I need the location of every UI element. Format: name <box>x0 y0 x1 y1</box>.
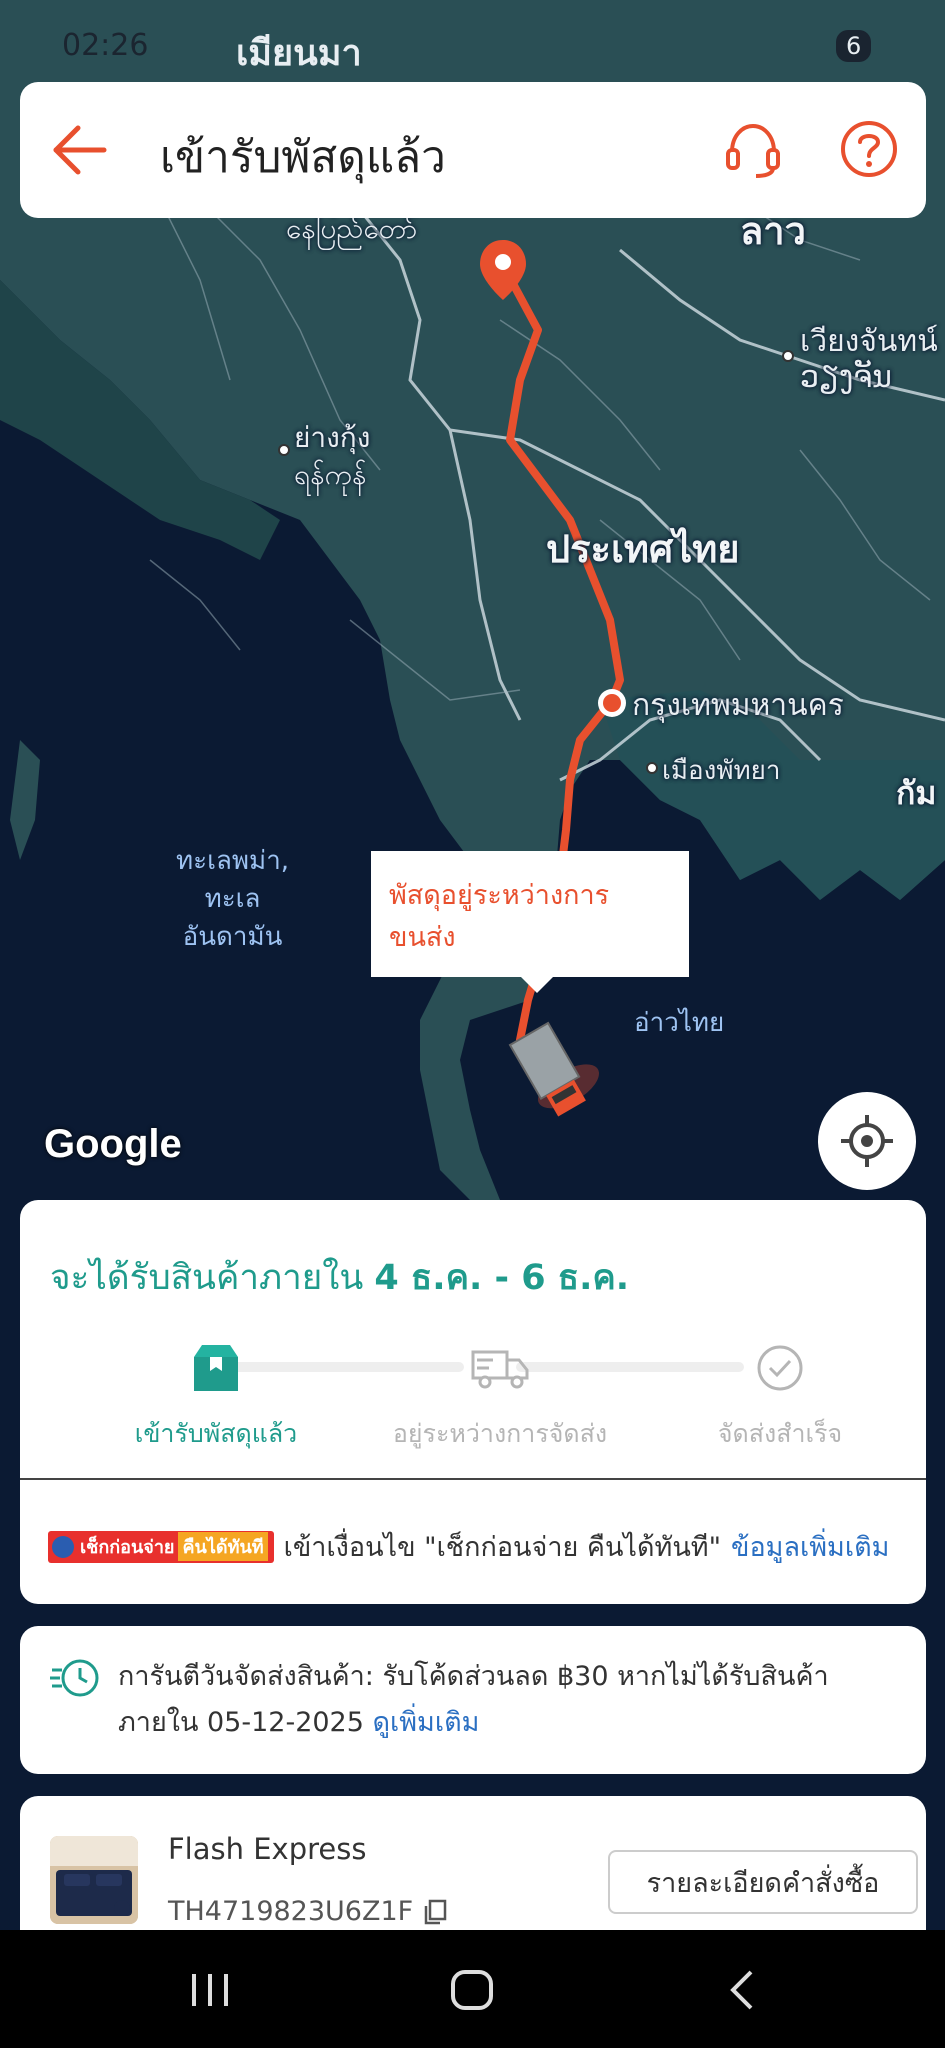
help-button[interactable] <box>836 116 902 182</box>
question-circle-icon <box>841 121 897 177</box>
support-button[interactable] <box>720 116 786 182</box>
step-in-transit: อยู่ระหว่างการจัดส่ง <box>370 1340 630 1454</box>
eta-text: จะได้รับสินค้าภายใน 4 ธ.ค. - 6 ธ.ค. <box>50 1250 629 1305</box>
step-picked-up: เข้ารับพัสดุแล้ว <box>86 1340 346 1454</box>
map-dot-yangon <box>278 444 290 456</box>
step-label: อยู่ระหว่างการจัดส่ง <box>392 1419 608 1448</box>
google-logo: Google <box>44 1122 182 1166</box>
arrow-left-icon <box>53 125 107 175</box>
check-circle-icon <box>757 1345 803 1391</box>
order-card: Flash Express TH4719823U6Z1F รายละเอียดค… <box>20 1796 926 1946</box>
map-dot-vientiane <box>782 350 794 362</box>
promo-badge-text: เช็กก่อนจ่าย <box>80 1537 175 1558</box>
back-button[interactable] <box>50 120 110 180</box>
clock-fast-icon <box>50 1659 99 1697</box>
map-label-andaman-sea: ทะเลพม่า, ทะเล อันดามัน <box>176 846 290 952</box>
map-label-gulf-of-thailand: อ่าวไทย <box>634 1008 725 1038</box>
eta-prefix: จะได้รับสินค้าภายใน <box>50 1258 375 1298</box>
recent-apps-button[interactable] <box>180 1964 240 2016</box>
map-label-myanmar: เมียนมา <box>236 33 362 74</box>
status-tooltip: พัสดุอยู่ระหว่างการขนส่ง <box>371 851 689 993</box>
back-chevron-icon <box>730 1970 753 2010</box>
crosshair-icon <box>841 1115 893 1167</box>
map-label-cambodia: กัม <box>896 774 937 812</box>
system-nav-bar <box>0 1930 945 2048</box>
map-label-pattaya: เมืองพัทยา <box>662 756 781 786</box>
header-bar: เข้ารับพัสดุแล้ว <box>20 82 926 218</box>
copy-icon[interactable] <box>423 1899 447 1925</box>
map-label-bangkok: กรุงเทพมหานคร <box>632 688 844 723</box>
step-label: จัดส่งสำเร็จ <box>717 1419 843 1448</box>
map-label-vientiane-lo: ວຽງຈັນ <box>800 360 892 395</box>
refresh-icon <box>52 1535 74 1558</box>
delivery-status-card: จะได้รับสินค้าภายใน 4 ธ.ค. - 6 ธ.ค. เข้า… <box>20 1200 926 1604</box>
map-label-yangon-my: ရန်ကုန် <box>294 458 367 491</box>
page-title: เข้ารับพัสดุแล้ว <box>160 132 446 183</box>
guarantee-more-link[interactable]: ดูเพิ่มเติม <box>373 1707 480 1738</box>
divider <box>20 1478 926 1480</box>
map-label-thailand: ประเทศไทย <box>546 527 740 571</box>
status-time: 02:26 <box>62 28 149 63</box>
promo-text: เข้าเงื่อนไข "เช็กก่อนจ่าย คืนได้ทันที" <box>283 1532 721 1563</box>
map-label-vientiane-th: เวียงจันทน์ <box>800 324 938 359</box>
nav-back-button[interactable] <box>712 1964 772 2016</box>
box-icon <box>194 1345 238 1391</box>
order-detail-button[interactable]: รายละเอียดคำสั่งซื้อ <box>608 1850 918 1914</box>
step-label: เข้ารับพัสดุแล้ว <box>134 1419 298 1448</box>
headset-icon <box>726 123 780 178</box>
map-dot-pattaya <box>646 762 658 774</box>
courier-name: Flash Express <box>168 1832 367 1866</box>
map-label-yangon-th: ย่างกุ้ง <box>294 421 371 454</box>
tracking-number: TH4719823U6Z1F <box>168 1896 414 1927</box>
status-tooltip-text: พัสดุอยู่ระหว่างการขนส่ง <box>389 880 610 953</box>
locate-button[interactable] <box>818 1092 916 1190</box>
guarantee-text: การันตีวันจัดส่งสินค้า: รับโค้ดส่วนลด ฿3… <box>118 1654 908 1746</box>
step-delivered: จัดส่งสำเร็จ <box>650 1340 910 1454</box>
recent-apps-icon <box>192 1974 228 2006</box>
product-thumbnail[interactable] <box>50 1836 138 1924</box>
status-indicator: 6 <box>836 30 872 62</box>
home-button[interactable] <box>442 1964 502 2016</box>
eta-range: 4 ธ.ค. - 6 ธ.ค. <box>374 1258 630 1298</box>
truck-icon <box>471 1350 529 1389</box>
promo-badge: เช็กก่อนจ่าย คืนได้ทันที <box>48 1530 274 1563</box>
promo-more-link[interactable]: ข้อมูลเพิ่มเติม <box>731 1525 889 1568</box>
delivery-steps: เข้ารับพัสดุแล้ว อยู่ระหว่างการจัดส่ง จั… <box>20 1340 926 1460</box>
product-image <box>50 1836 138 1924</box>
promo-row: เช็กก่อนจ่าย คืนได้ทันที เข้าเงื่อนไข "เ… <box>48 1525 889 1568</box>
home-icon <box>451 1970 493 2010</box>
tracking-row: TH4719823U6Z1F <box>168 1896 447 1927</box>
delivery-guarantee-card: การันตีวันจัดส่งสินค้า: รับโค้ดส่วนลด ฿3… <box>20 1626 926 1774</box>
promo-badge-highlight: คืนได้ทันที <box>178 1532 268 1561</box>
